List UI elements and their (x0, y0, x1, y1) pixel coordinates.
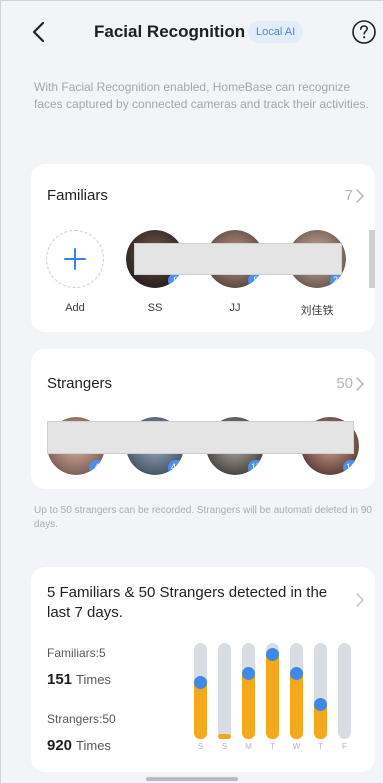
times-unit: Times (76, 738, 111, 753)
bar-cap (290, 667, 303, 680)
bar-cap (242, 667, 255, 680)
count-badge: 26 (329, 273, 346, 288)
day-label: S (221, 742, 228, 751)
bar-track (242, 643, 255, 739)
bar (218, 734, 231, 739)
strangers-stat-label: Strangers:50 (47, 712, 116, 726)
count-badge: 8 (248, 273, 264, 288)
bar-cap (194, 676, 207, 689)
familiars-times: 151 (47, 671, 73, 688)
count-badge: 0 (168, 273, 184, 288)
bar (290, 670, 303, 739)
familiar-avatar-partial[interactable] (369, 230, 375, 288)
help-icon[interactable] (351, 19, 377, 45)
screen: Facial Recognition Local AI With Facial … (0, 0, 383, 783)
bar-track (338, 643, 351, 739)
day-label: T (270, 742, 275, 751)
back-icon[interactable] (25, 17, 55, 47)
strangers-count: 50 (336, 375, 353, 392)
bar-track (218, 643, 231, 739)
intro-text: With Facial Recognition enabled, HomeBas… (34, 80, 369, 111)
bar-cap (314, 698, 327, 711)
weekly-stats-card[interactable]: 5 Familiars & 50 Strangers detected in t… (31, 567, 375, 772)
familiar-name: 刘佳铁 (300, 305, 334, 317)
home-indicator (146, 777, 238, 781)
strangers-note: Up to 50 strangers can be recorded. Stra… (34, 505, 372, 530)
familiars-card[interactable]: Familiars 7 Add 0 SS 8 JJ 26 刘佳铁 (31, 164, 375, 332)
count-badge: 4 (89, 460, 105, 475)
top-bar: Facial Recognition Local AI (1, 1, 383, 65)
add-label: Add (65, 302, 85, 314)
familiars-stat-label: Familiars:5 (47, 646, 106, 660)
bar (242, 670, 255, 739)
strangers-times: 920 (47, 737, 73, 754)
chevron-right-icon[interactable] (355, 189, 365, 203)
redaction-box (134, 243, 342, 275)
familiars-stat-value: 151 Times (47, 671, 111, 688)
bar-track (290, 643, 303, 739)
chevron-right-icon[interactable] (355, 593, 365, 607)
local-ai-badge: Local AI (248, 21, 304, 43)
familiar-name: JJ (229, 302, 241, 314)
times-unit: Times (76, 672, 111, 687)
day-label: S (197, 742, 204, 751)
day-label: M (245, 742, 252, 751)
day-label: W (292, 742, 301, 751)
familiar-name: SS (147, 302, 163, 314)
count-badge: 17 (247, 460, 264, 475)
strangers-card[interactable]: Strangers 50 4 44 17 16 (31, 349, 375, 489)
count-badge: 44 (167, 460, 184, 475)
bar-cap (266, 648, 279, 661)
redaction-box (47, 421, 354, 454)
add-familiar-button[interactable] (46, 230, 104, 288)
chevron-right-icon[interactable] (355, 377, 365, 391)
count-badge: 16 (342, 460, 359, 475)
stats-title: 5 Familiars & 50 Strangers detected in t… (47, 584, 328, 621)
page-title: Facial Recognition (94, 22, 246, 41)
familiars-count: 7 (344, 187, 353, 204)
bar-track (314, 643, 327, 739)
strangers-title: Strangers (47, 375, 113, 392)
bar-track (266, 643, 279, 739)
bar (266, 651, 279, 739)
day-label: T (318, 742, 323, 751)
bar-track (194, 643, 207, 739)
familiars-title: Familiars (47, 187, 108, 204)
day-label: F (342, 742, 347, 751)
strangers-stat-value: 920 Times (47, 737, 111, 754)
